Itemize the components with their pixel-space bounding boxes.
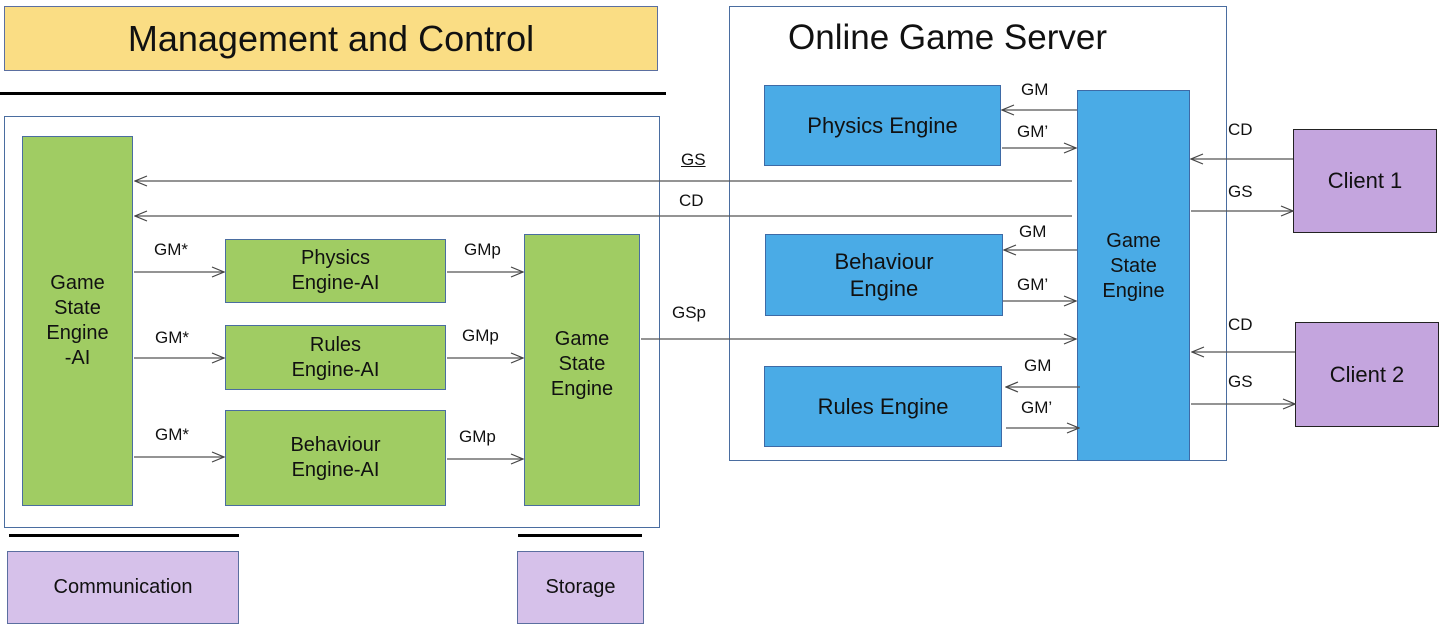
label-gm-star-1: GM*: [154, 240, 188, 259]
label-client1-cd: CD: [1228, 120, 1253, 139]
label-gmp-2: GMp: [462, 326, 499, 345]
label-gmprime-rules: GM’: [1021, 398, 1053, 417]
label-client2-gs: GS: [1228, 372, 1253, 391]
label-gmp-3: GMp: [459, 427, 496, 446]
label-gm-physics: GM: [1021, 80, 1049, 99]
label-gm-rules: GM: [1024, 356, 1052, 375]
label-gs: GS: [681, 150, 706, 169]
label-gm-star-2: GM*: [155, 328, 189, 347]
label-gmprime-physics: GM’: [1017, 122, 1049, 141]
label-cd: CD: [679, 191, 704, 210]
label-client1-gs: GS: [1228, 182, 1253, 201]
label-gm-star-3: GM*: [155, 425, 189, 444]
connector-layer: [134, 0, 1440, 632]
label-gmp-1: GMp: [464, 240, 501, 259]
label-client2-cd: CD: [1228, 315, 1253, 334]
label-gsp: GSp: [672, 303, 707, 322]
label-gmprime-behaviour: GM’: [1017, 275, 1049, 294]
label-gm-behaviour: GM: [1019, 222, 1047, 241]
